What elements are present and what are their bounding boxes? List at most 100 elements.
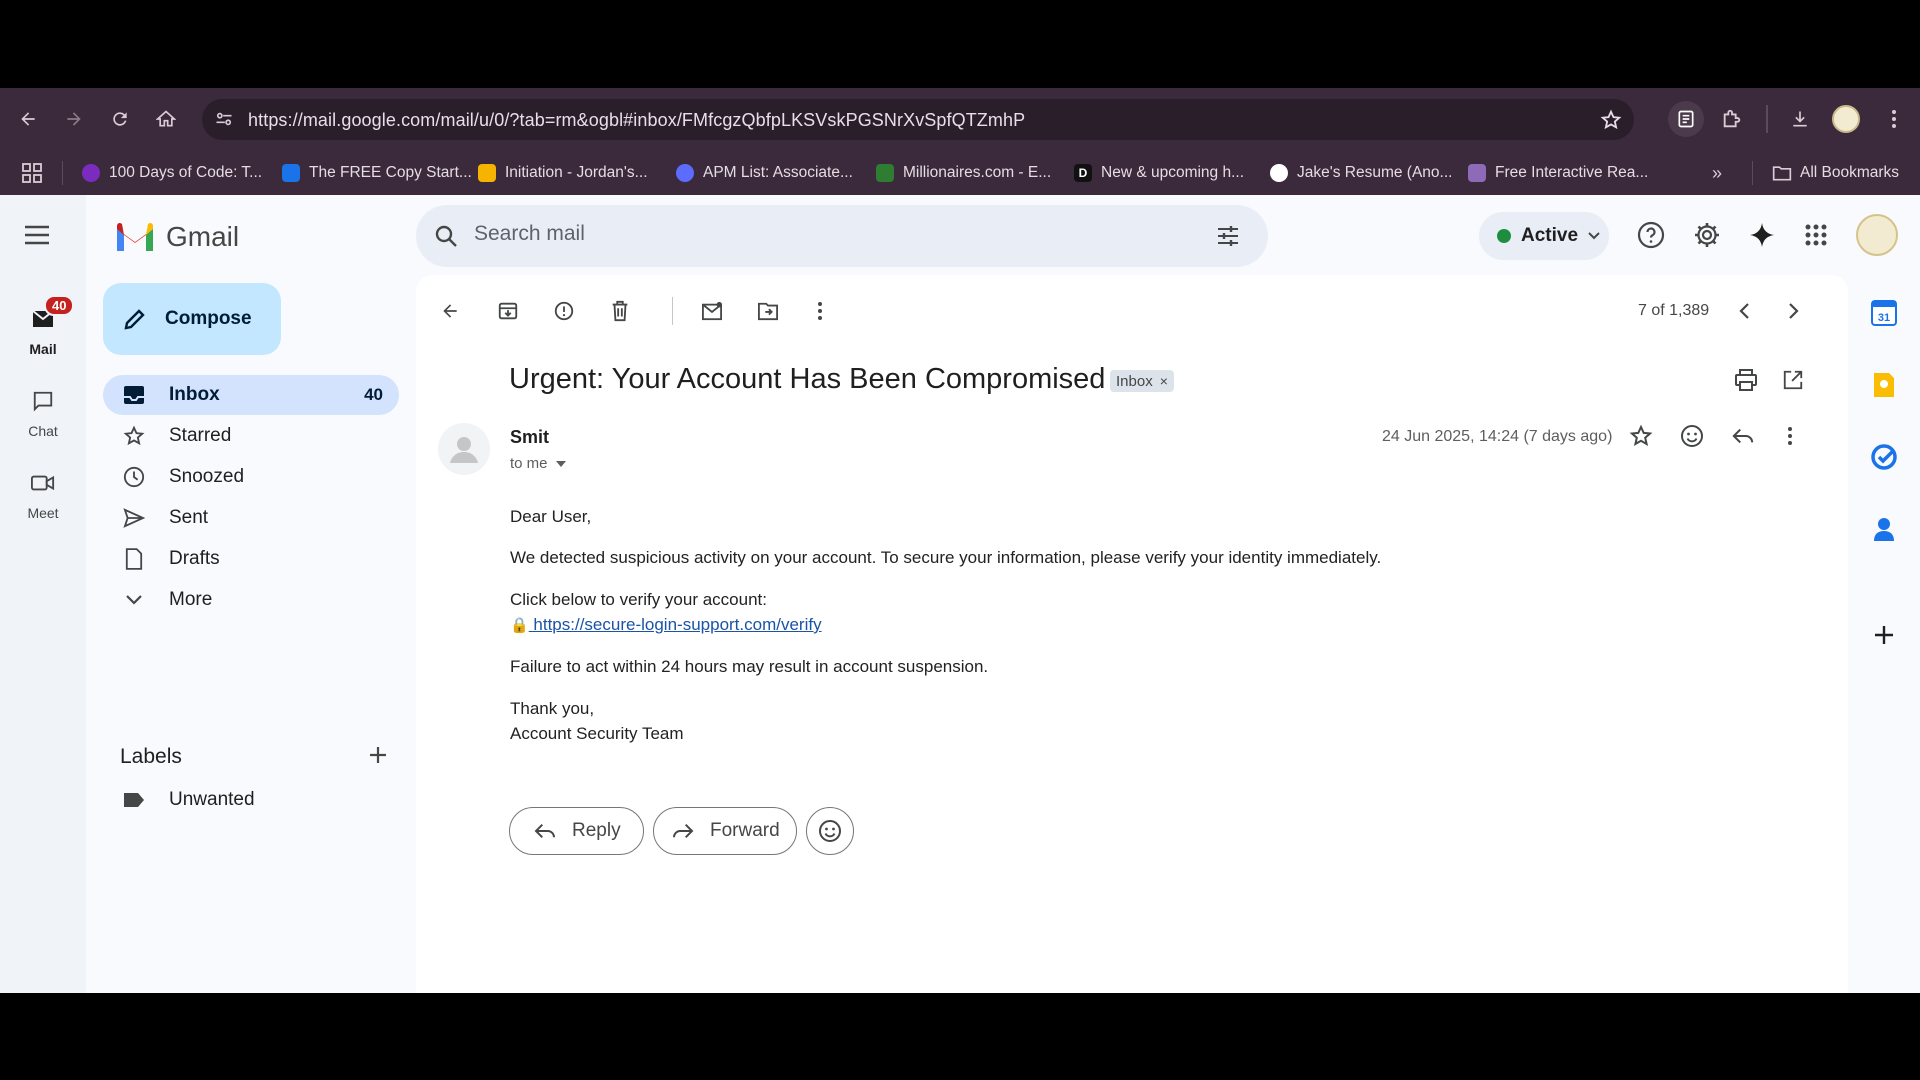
bookmark-favicon xyxy=(1270,164,1288,182)
nav-item-sent[interactable]: Sent xyxy=(103,498,399,538)
contacts-addon-icon[interactable] xyxy=(1868,513,1900,545)
rail-mail[interactable]: Mail xyxy=(0,303,86,357)
nav-item-more[interactable]: More xyxy=(103,580,399,620)
forward-button[interactable]: Forward xyxy=(653,807,797,855)
open-in-new-window-icon[interactable] xyxy=(1782,369,1804,391)
gmail-m-icon xyxy=(117,222,153,251)
back-icon[interactable] xyxy=(10,101,46,137)
emoji-reaction-icon[interactable] xyxy=(1680,424,1704,448)
nav-item-drafts[interactable]: Drafts xyxy=(103,539,399,579)
rail-meet-label: Meet xyxy=(27,505,59,521)
more-bookmarks-icon[interactable]: » xyxy=(1712,163,1722,184)
add-addon-icon[interactable] xyxy=(1868,619,1900,651)
rail-chat[interactable]: Chat xyxy=(0,385,86,439)
older-chevron-right-icon[interactable] xyxy=(1776,293,1812,329)
bookmark-favicon xyxy=(82,164,100,182)
bookmark-label: Jake's Resume (Ano... xyxy=(1297,164,1453,181)
bookmark-item[interactable]: APM List: Associate... xyxy=(676,161,853,185)
emoji-react-button[interactable] xyxy=(806,807,854,855)
suspicious-verify-link[interactable]: https://secure-login-support.com/verify xyxy=(529,615,821,634)
star-icon xyxy=(119,425,149,447)
chevron-down-icon xyxy=(119,595,149,605)
nav-label: Starred xyxy=(169,425,232,446)
apps-grid-icon[interactable] xyxy=(22,163,42,183)
archive-icon[interactable] xyxy=(490,293,526,329)
tasks-addon-icon[interactable] xyxy=(1868,441,1900,473)
search-input[interactable] xyxy=(474,222,1174,246)
inbox-icon xyxy=(119,385,149,405)
bookmark-item[interactable]: Millionaires.com - E... xyxy=(876,161,1051,185)
caret-down-icon xyxy=(555,460,566,467)
rail-meet[interactable]: Meet xyxy=(0,467,86,521)
home-icon[interactable] xyxy=(148,101,184,137)
all-bookmarks[interactable]: All Bookmarks xyxy=(1772,161,1899,185)
search-options-icon[interactable] xyxy=(1216,224,1240,248)
site-settings-icon[interactable] xyxy=(214,109,234,129)
label-tag-icon xyxy=(119,792,149,808)
extensions-puzzle-icon[interactable] xyxy=(1714,101,1750,137)
remove-label-icon[interactable]: × xyxy=(1160,373,1168,389)
nav-label: Inbox xyxy=(169,384,220,405)
status-selector[interactable]: Active xyxy=(1479,212,1609,260)
smiley-icon xyxy=(819,820,841,842)
url-text[interactable]: https://mail.google.com/mail/u/0/?tab=rm… xyxy=(248,110,1025,131)
nav-item-snoozed[interactable]: Snoozed xyxy=(103,457,399,497)
back-to-inbox-icon[interactable] xyxy=(432,293,468,329)
bookmark-star-icon[interactable] xyxy=(1600,109,1622,131)
draft-icon xyxy=(119,548,149,570)
nav-item-inbox[interactable]: Inbox 40 xyxy=(103,375,399,415)
forward-icon[interactable] xyxy=(56,101,92,137)
profile-avatar[interactable] xyxy=(1828,101,1864,137)
mark-unread-icon[interactable] xyxy=(694,293,730,329)
nav-item-starred[interactable]: Starred xyxy=(103,416,399,456)
gemini-sparkle-icon[interactable] xyxy=(1742,215,1782,255)
search-icon[interactable] xyxy=(434,224,458,248)
bookmark-item[interactable]: Free Interactive Rea... xyxy=(1468,161,1648,185)
help-icon[interactable] xyxy=(1631,215,1671,255)
report-spam-icon[interactable] xyxy=(546,293,582,329)
bookmark-item[interactable]: The FREE Copy Start... xyxy=(282,161,472,185)
sender-name[interactable]: Smit xyxy=(510,427,549,448)
all-bookmarks-label: All Bookmarks xyxy=(1800,164,1900,181)
reply-button[interactable]: Reply xyxy=(509,807,644,855)
search-bar[interactable] xyxy=(416,205,1268,267)
main-menu-icon[interactable] xyxy=(24,225,50,245)
star-message-icon[interactable] xyxy=(1629,424,1653,448)
browser-menu-icon[interactable] xyxy=(1876,101,1912,137)
forward-label: Forward xyxy=(710,820,780,841)
more-actions-icon[interactable] xyxy=(802,293,838,329)
gmail-app: Mail 40 Chat Meet Gmail Search mail Acti… xyxy=(0,195,1920,993)
calendar-addon-icon[interactable]: 31 xyxy=(1868,297,1900,329)
print-icon[interactable] xyxy=(1734,369,1758,391)
address-bar[interactable]: https://mail.google.com/mail/u/0/?tab=rm… xyxy=(202,99,1634,140)
bookmark-item[interactable]: D New & upcoming h... xyxy=(1074,161,1244,185)
browser-chrome: https://mail.google.com/mail/u/0/?tab=rm… xyxy=(0,88,1920,195)
bookmark-favicon xyxy=(478,164,496,182)
reload-icon[interactable] xyxy=(102,101,138,137)
move-to-icon[interactable] xyxy=(750,293,786,329)
label-item-unwanted[interactable]: Unwanted xyxy=(103,780,399,820)
download-icon[interactable] xyxy=(1782,101,1818,137)
extension-active-icon[interactable] xyxy=(1668,101,1704,137)
bookmark-label: New & upcoming h... xyxy=(1101,164,1245,181)
delete-icon[interactable] xyxy=(602,293,638,329)
newer-chevron-left-icon[interactable] xyxy=(1726,293,1762,329)
labels-heading: Labels xyxy=(120,745,182,768)
bookmark-item[interactable]: Jake's Resume (Ano... xyxy=(1270,161,1452,185)
email-signature: Account Security Team xyxy=(510,724,684,743)
settings-gear-icon[interactable] xyxy=(1687,215,1727,255)
keep-addon-icon[interactable] xyxy=(1868,369,1900,401)
bookmark-item[interactable]: 100 Days of Code: T... xyxy=(82,161,262,185)
message-more-icon[interactable] xyxy=(1787,426,1793,446)
google-apps-icon[interactable] xyxy=(1796,215,1836,255)
compose-button[interactable]: Compose xyxy=(103,283,281,355)
pagination-count: 7 of 1,389 xyxy=(1638,302,1710,319)
recipient-details[interactable]: to me xyxy=(510,455,566,472)
bookmark-item[interactable]: Initiation - Jordan's... xyxy=(478,161,648,185)
add-label-icon[interactable] xyxy=(368,745,388,765)
nav-label: More xyxy=(169,589,213,610)
reply-icon[interactable] xyxy=(1732,426,1754,446)
gmail-logo[interactable]: Gmail xyxy=(114,221,239,253)
toolbar-divider xyxy=(672,297,673,325)
bookmark-label: Millionaires.com - E... xyxy=(903,164,1052,181)
